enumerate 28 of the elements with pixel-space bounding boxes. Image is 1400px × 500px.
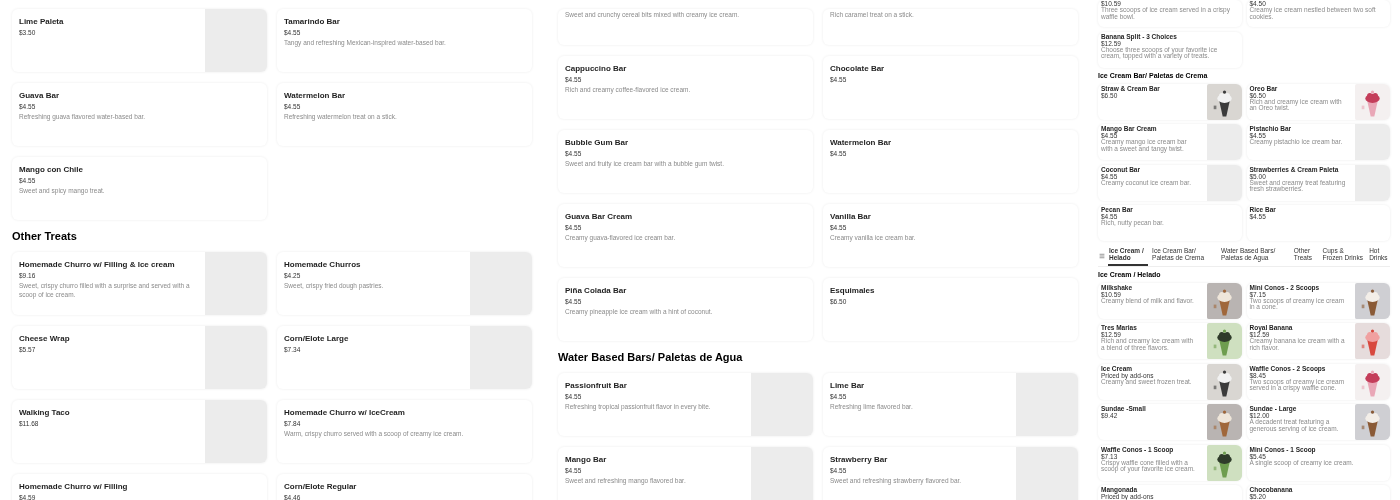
item-name: Mango Bar <box>565 454 608 465</box>
item-name: Corn/Elote Large <box>284 333 350 344</box>
item-name: Guava Bar <box>19 90 61 101</box>
item-name: Watermelon Bar <box>284 90 347 101</box>
item-name: Homemade Churros <box>284 259 362 270</box>
item-name: Mango con Chile <box>19 164 84 175</box>
item-name: Homemade Churro w/ IceCream <box>284 407 406 418</box>
menu-icon[interactable] <box>1099 252 1105 259</box>
item-name: Corn/Elote Regular <box>284 481 358 492</box>
item-name: Cheese Wrap <box>19 333 71 344</box>
section-heading: Water Based Bars/ Paletas de Agua <box>558 352 744 362</box>
item-name: Homemade Churro w/ Filling <box>19 481 129 492</box>
item-name: Homemade Churro w/ Filling & Ice cream <box>19 259 176 270</box>
item-name: Chocolate Bar <box>830 63 886 74</box>
item-name: Esquimales <box>830 285 876 296</box>
item-name: Bubble Gum Bar <box>565 137 630 148</box>
item-name: Lime Paleta <box>19 16 65 27</box>
item-name: Piña Colada Bar <box>565 285 628 296</box>
item-name: Guava Bar Cream <box>565 211 634 222</box>
section-heading: Other Treats <box>12 231 78 241</box>
item-name: Walking Taco <box>19 407 71 418</box>
item-name: Passionfruit Bar <box>565 380 628 391</box>
item-name: Watermelon Bar <box>830 137 893 148</box>
item-name: Lime Bar <box>830 380 866 391</box>
item-name: Tamarindo Bar <box>284 16 341 27</box>
item-name: Vanilla Bar <box>830 211 872 222</box>
item-name: Cappuccino Bar <box>565 63 628 74</box>
item-name: Strawberry Bar <box>830 454 889 465</box>
